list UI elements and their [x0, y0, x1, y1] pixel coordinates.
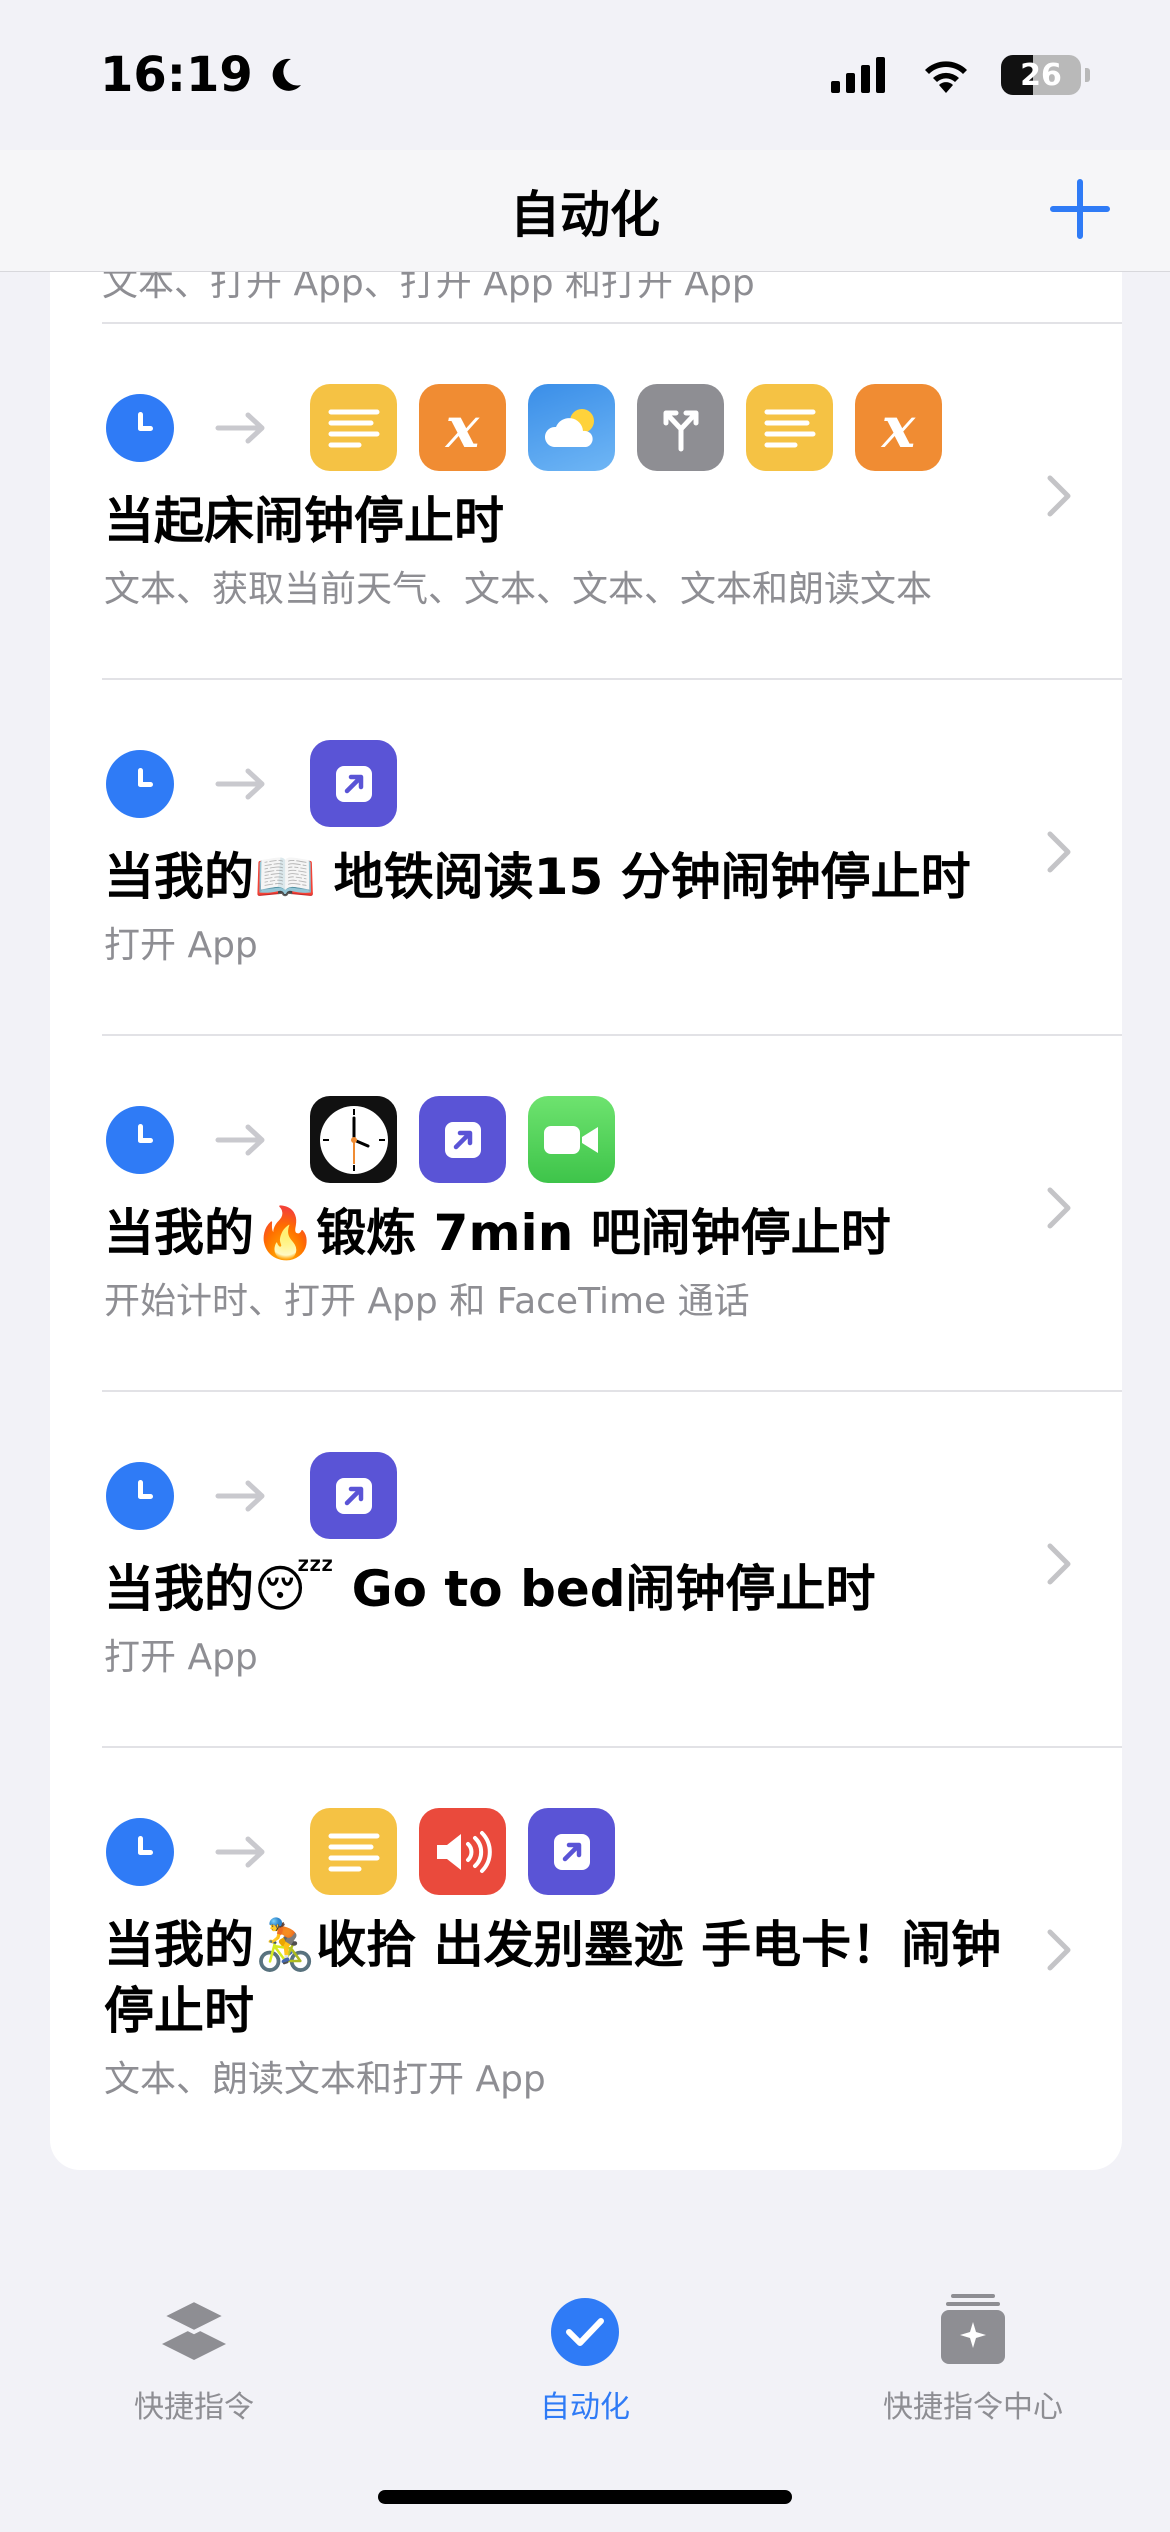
status-indicators: 26: [831, 55, 1090, 95]
action-icons: [310, 1096, 615, 1183]
tab-gallery[interactable]: 快捷指令中心: [853, 2290, 1093, 2426]
tab-label: 快捷指令中心: [883, 2390, 1063, 2425]
automation-title: 当我的🔥锻炼 7min 吧闹钟停止时: [104, 1204, 891, 1262]
clock-app-icon: [310, 1096, 397, 1183]
weather-icon: [528, 384, 615, 471]
tab-shortcuts[interactable]: 快捷指令: [94, 2290, 294, 2426]
variable-icon: x: [855, 384, 942, 471]
battery-tip: [1085, 68, 1090, 82]
open-app-icon: [310, 740, 397, 827]
open-app-icon: [419, 1096, 506, 1183]
open-app-icon: [528, 1808, 615, 1895]
text-icon: [310, 1808, 397, 1895]
battery-level: 26: [1020, 57, 1062, 93]
automation-title: 当我的📖 地铁阅读15 分钟闹钟停止时: [104, 848, 971, 906]
automation-list: 文本、打开 App、打开 App 和打开 App x x 当起床闹钟停止时 文本…: [50, 272, 1122, 2170]
arrow-right-icon: [215, 1480, 265, 1511]
status-time-text: 16:19: [100, 47, 253, 103]
chevron-right-icon: [1047, 1543, 1071, 1585]
automation-row-workout-alarm[interactable]: 当我的🔥锻炼 7min 吧闹钟停止时 开始计时、打开 App 和 FaceTim…: [50, 1036, 1122, 1390]
moon-icon: [272, 58, 301, 91]
chevron-right-icon: [1047, 831, 1071, 873]
alarm-trigger-icon: [106, 749, 174, 818]
chevron-right-icon: [1047, 475, 1071, 517]
tab-automation[interactable]: 自动化: [485, 2290, 685, 2426]
alarm-trigger-icon: [106, 1105, 174, 1174]
speak-icon: [419, 1808, 506, 1895]
automation-flow: x x: [106, 384, 942, 471]
home-indicator: [378, 2490, 792, 2504]
automation-title: 当我的😴 Go to bed闹钟停止时: [104, 1560, 876, 1618]
automation-flow: [106, 1808, 615, 1895]
alarm-trigger-icon: [106, 1461, 174, 1530]
action-icons: [310, 1452, 397, 1539]
action-icons: [310, 740, 397, 827]
variable-icon: x: [419, 384, 506, 471]
status-bar: 16:19 26: [0, 0, 1170, 150]
if-icon: [637, 384, 724, 471]
text-icon: [310, 384, 397, 471]
arrow-right-icon: [215, 1836, 265, 1867]
alarm-trigger-icon: [106, 1817, 174, 1886]
automation-subtitle: 打开 App: [104, 1637, 258, 1678]
automation-title: 当我的🚴收拾 出发别墨迹 手电卡！闹钟停止时: [104, 1916, 1002, 2040]
gallery-icon: [941, 2294, 1005, 2364]
automation-subtitle: 打开 App: [104, 925, 258, 966]
chevron-right-icon: [1047, 1187, 1071, 1229]
chevron-right-icon: [1047, 1929, 1071, 1971]
action-icons: [310, 1808, 615, 1895]
tab-label: 快捷指令: [134, 2390, 254, 2425]
automation-flow: [106, 1452, 397, 1539]
automation-subtitle: 文本、获取当前天气、文本、文本、文本和朗读文本: [104, 569, 933, 610]
alarm-trigger-icon: [106, 393, 174, 462]
battery-icon: 26: [1001, 55, 1081, 95]
automation-row-bedtime-alarm[interactable]: 当我的😴 Go to bed闹钟停止时 打开 App: [50, 1392, 1122, 1746]
partial-row-subtitle: 文本、打开 App、打开 App 和打开 App: [102, 272, 755, 304]
automation-subtitle: 文本、朗读文本和打开 App: [104, 2059, 546, 2100]
automation-title: 当起床闹钟停止时: [104, 492, 504, 550]
wifi-icon: [925, 61, 967, 93]
facetime-icon: [528, 1096, 615, 1183]
tab-label: 自动化: [540, 2390, 630, 2425]
automation-subtitle: 开始计时、打开 App 和 FaceTime 通话: [104, 1281, 750, 1322]
page-title: 自动化: [510, 185, 660, 244]
automation-flow: [106, 1096, 615, 1183]
status-time: 16:19: [100, 47, 305, 103]
checkmark-circle-icon: [551, 2298, 619, 2366]
text-icon: [746, 384, 833, 471]
arrow-right-icon: [215, 1124, 265, 1155]
open-app-icon: [310, 1452, 397, 1539]
layers-icon: [157, 2297, 231, 2360]
add-automation-button[interactable]: [1045, 174, 1115, 244]
arrow-right-icon: [215, 768, 265, 799]
navigation-bar: 自动化: [0, 150, 1170, 272]
automation-row-departure-alarm[interactable]: 当我的🚴收拾 出发别墨迹 手电卡！闹钟停止时 文本、朗读文本和打开 App: [50, 1748, 1122, 2168]
automation-row-reading-alarm[interactable]: 当我的📖 地铁阅读15 分钟闹钟停止时 打开 App: [50, 680, 1122, 1034]
cellular-signal-icon: [831, 57, 885, 93]
automation-flow: [106, 740, 397, 827]
arrow-right-icon: [215, 412, 265, 443]
action-icons: x x: [310, 384, 942, 471]
automation-row-wake-alarm[interactable]: x x 当起床闹钟停止时 文本、获取当前天气、文本、文本、文本和朗读文本: [50, 324, 1122, 678]
